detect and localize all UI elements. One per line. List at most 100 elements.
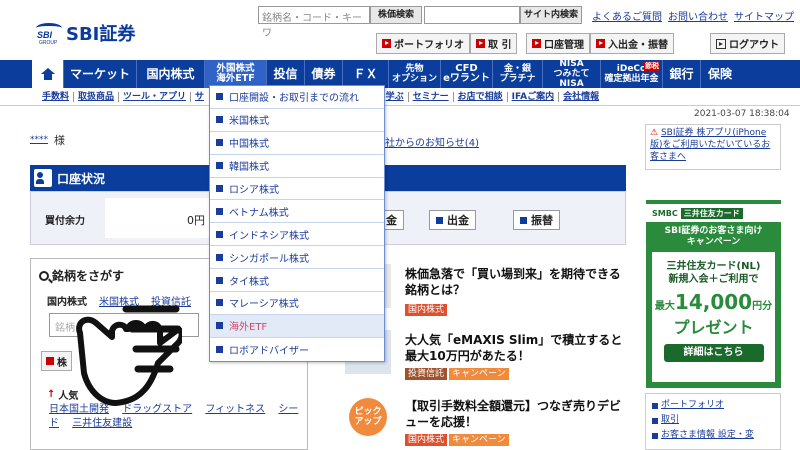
logout-button[interactable]: ログアウト xyxy=(710,33,785,54)
nav-precious-metals[interactable]: 金・銀 プラチナ xyxy=(493,60,543,88)
nav-ideco[interactable]: iDeCo 確定拠出年金 節税 xyxy=(601,60,663,88)
subnav-tools[interactable]: ツール・アプリ xyxy=(119,91,192,102)
main-nav: マーケット 国内株式 外国株式 海外ETF 投信 債券 ＦＸ 先物 オプション … xyxy=(0,59,800,89)
square-bullet-icon xyxy=(216,276,223,284)
nav-investment-trust[interactable]: 投信 xyxy=(267,60,305,88)
stock-search-buttons: 株 xyxy=(41,351,72,371)
sub-nav: 手数料 取扱商品 ツール・アプリ サ ーン 学ぶ セミナー お店で相談 IFAご… xyxy=(0,88,800,106)
square-icon xyxy=(436,216,443,224)
logout-icon xyxy=(716,38,726,49)
keyword-link[interactable]: フィットネス xyxy=(205,404,265,415)
dropdown-item-robo-advisor[interactable]: ロボアドバイザー xyxy=(210,337,384,361)
buying-power-label: 買付余力 xyxy=(45,216,85,227)
bullet-icon xyxy=(652,402,658,409)
subnav-seminar[interactable]: セミナー xyxy=(409,91,454,102)
dropdown-item-indonesia-stocks[interactable]: インドネシア株式 xyxy=(210,223,384,247)
transfer-button[interactable]: 振替 xyxy=(513,210,560,230)
subnav-learn[interactable]: 学ぶ xyxy=(382,91,409,102)
news-item[interactable]: 株価急落で「買い場到来」を期待できる銘柄とは？ 国内株式 xyxy=(345,264,625,324)
square-bullet-icon xyxy=(216,299,223,307)
campaign-ad[interactable]: SMBC 三井住友カード SBI証券のお客さま向け キャンペーン 三井住友カード(… xyxy=(646,200,781,388)
square-bullet-icon xyxy=(216,345,223,353)
ad-brand-bar: SMBC 三井住友カード xyxy=(646,204,781,222)
pickup-badge: ピック アップ xyxy=(349,398,387,436)
nav-domestic-stocks[interactable]: 国内株式 xyxy=(137,60,205,88)
logo-name: SBI証券 xyxy=(66,24,136,45)
nav-bank[interactable]: 銀行 xyxy=(663,60,701,88)
deposit-withdraw-button[interactable]: 入出金・振替 xyxy=(590,33,674,54)
portfolio-button[interactable]: ポートフォリオ xyxy=(376,33,470,54)
bullet-icon xyxy=(652,417,658,424)
dropdown-item-singapore-stocks[interactable]: シンガポール株式 xyxy=(210,246,384,270)
news-item[interactable]: 大人気「eMAXIS Slim」で積立すると最大10万円があたる！ 投資信託 キャ… xyxy=(345,330,625,390)
withdraw-button[interactable]: 出金 xyxy=(429,210,476,230)
stock-search-input[interactable]: 銘柄名・コード・キーワ xyxy=(258,6,370,39)
app-notice-banner[interactable]: ⚠ SBI証券 株アプリ(iPhone版)をご利用いただいているお客さまへ xyxy=(645,124,781,170)
dropdown-item-account-opening[interactable]: 口座開設・お取引までの流れ xyxy=(210,86,384,109)
ad-detail-button[interactable]: 詳細はこちら xyxy=(663,344,764,362)
company-notice-link[interactable]: 社からのお知らせ(4) xyxy=(385,134,479,149)
quick-link-trade[interactable]: 取引 xyxy=(652,413,774,428)
nav-foreign-stocks[interactable]: 外国株式 海外ETF xyxy=(205,60,267,88)
nav-home[interactable] xyxy=(32,60,64,88)
category-tag: 投資信託 xyxy=(405,368,448,380)
contact-link[interactable]: お問い合わせ xyxy=(668,8,728,23)
nav-cfd-ewarrant[interactable]: CFD eワラント xyxy=(441,60,493,88)
campaign-tag: キャンペーン xyxy=(449,368,509,380)
timestamp: 2021-03-07 18:38:04 xyxy=(694,109,790,119)
site-search-input[interactable] xyxy=(424,6,520,24)
dropdown-item-malaysia-stocks[interactable]: マレーシア株式 xyxy=(210,292,384,315)
subnav-store-consult[interactable]: お店で相談 xyxy=(454,91,508,102)
header: SBI GROUP SBI証券 銘柄名・コード・キーワ 株価検索 サイト内検索 … xyxy=(0,0,800,60)
stock-search-btn-1[interactable]: 株 xyxy=(41,351,72,371)
sbi-logo[interactable]: SBI GROUP SBI証券 xyxy=(36,20,135,46)
stock-search-button[interactable]: 株価検索 xyxy=(370,6,422,24)
ad-amount: 最大14,000円分 xyxy=(654,290,773,314)
dropdown-item-thailand-stocks[interactable]: タイ株式 xyxy=(210,269,384,293)
search-icon xyxy=(39,270,49,281)
bullet-icon xyxy=(652,432,658,439)
quick-link-portfolio[interactable]: ポートフォリオ xyxy=(652,398,774,413)
arrow-icon xyxy=(596,39,605,48)
category-tag: 国内株式 xyxy=(405,434,448,446)
nav-futures-options[interactable]: 先物 オプション xyxy=(389,60,441,88)
category-tag: 国内株式 xyxy=(405,304,448,316)
arrow-icon xyxy=(382,39,391,48)
nav-bonds[interactable]: 債券 xyxy=(305,60,343,88)
trade-button[interactable]: 取 引 xyxy=(470,33,518,54)
news-item[interactable]: ピック アップ 【取引手数料全額還元】つなぎ売りデビューを応援！ 国内株式 キャン… xyxy=(345,398,625,450)
quick-link-customer-info[interactable]: お客さま情報 設定・変 xyxy=(652,428,774,443)
keyword-link[interactable]: 三井住友建設 xyxy=(72,418,132,429)
square-bullet-icon xyxy=(216,230,223,238)
nav-nisa[interactable]: NISA つみたてNISA xyxy=(543,59,601,89)
dropdown-item-vietnam-stocks[interactable]: ベトナム株式 xyxy=(210,200,384,224)
nav-market[interactable]: マーケット xyxy=(64,60,137,88)
square-bullet-icon xyxy=(216,139,223,147)
dropdown-item-russia-stocks[interactable]: ロシア株式 xyxy=(210,177,384,201)
square-bullet-icon xyxy=(216,93,223,101)
nav-fx[interactable]: ＦＸ xyxy=(343,60,389,88)
site-search-button[interactable]: サイト内検索 xyxy=(520,6,582,24)
customer-name[interactable]: **** xyxy=(30,135,48,145)
up-arrow-icon: ↑ xyxy=(47,389,56,400)
nav-insurance[interactable]: 保険 xyxy=(701,60,739,88)
square-bullet-icon xyxy=(216,207,223,215)
hand-pointer-icon xyxy=(76,305,182,406)
faq-link[interactable]: よくあるご質問 xyxy=(592,8,662,23)
arrow-icon xyxy=(46,357,54,365)
dropdown-item-korea-stocks[interactable]: 韓国株式 xyxy=(210,154,384,178)
subnav-fees[interactable]: 手数料 xyxy=(38,91,75,102)
home-icon xyxy=(40,68,55,80)
dropdown-item-foreign-etf[interactable]: 海外ETF xyxy=(210,314,384,338)
arrow-icon xyxy=(476,39,485,48)
dropdown-item-us-stocks[interactable]: 米国株式 xyxy=(210,108,384,132)
sitemap-link[interactable]: サイトマップ xyxy=(734,8,794,23)
arrow-icon xyxy=(532,39,541,48)
square-bullet-icon xyxy=(216,185,223,192)
subnav-products[interactable]: 取扱商品 xyxy=(74,91,120,102)
subnav-company[interactable]: 会社情報 xyxy=(559,92,603,102)
subnav-ifa[interactable]: IFAご案内 xyxy=(508,91,560,102)
square-icon xyxy=(520,216,527,224)
dropdown-item-china-stocks[interactable]: 中国株式 xyxy=(210,131,384,155)
account-management-button[interactable]: 口座管理 xyxy=(526,33,590,54)
